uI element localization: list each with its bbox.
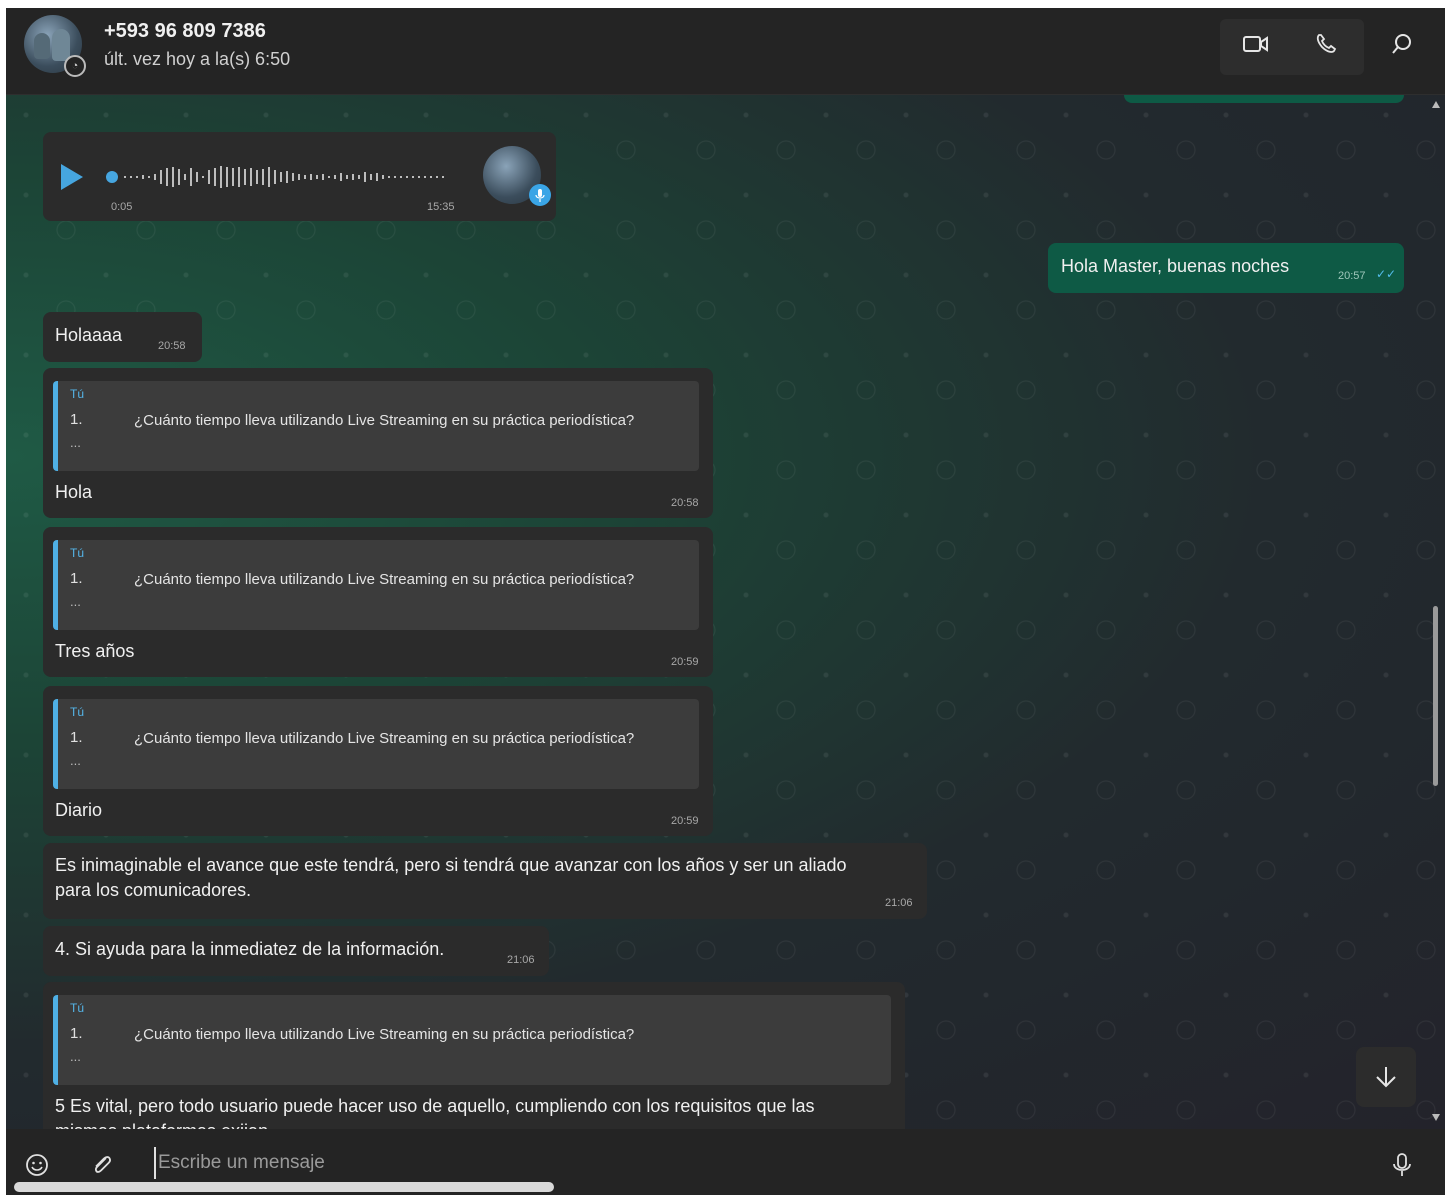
quote-author: Tú [70,1001,85,1015]
emoji-icon[interactable] [23,1151,51,1179]
status-clock-icon: ◔ [64,55,86,77]
scroll-up-arrow[interactable] [1432,101,1440,108]
arrow-down-icon [1376,1067,1396,1088]
quote-author: Tú [70,546,85,560]
avatar-figure [52,29,70,61]
read-receipt-icon: ✓✓ [1376,267,1397,281]
message-bubble-incoming[interactable]: Holaaaa 20:58 [43,312,202,362]
paperclip-icon-glyph [95,1156,111,1173]
quote-author: Tú [70,705,85,719]
emoji-icon-glyph [26,1154,48,1176]
chat-header: ◔ +593 96 809 7386 últ. vez hoy a la(s) … [6,8,1445,95]
quote-text: ¿Cuánto tiempo lleva utilizando Live Str… [134,571,635,588]
chat-window: ◔ +593 96 809 7386 últ. vez hoy a la(s) … [6,8,1445,1195]
message-time: 21:06 [885,897,913,909]
quote-more: ... [70,435,81,450]
message-time: 20:59 [671,815,699,827]
paperclip-icon[interactable] [88,1151,116,1179]
message-time: 20:57 [1338,270,1366,282]
quote-number: 1. [70,411,83,428]
search-icon[interactable] [1388,30,1416,58]
quote-more: ... [70,1049,81,1064]
message-time: 15:35 [427,201,455,213]
message-bubble-incoming[interactable]: 4. Si ayuda para la inmediatez de la inf… [43,926,549,976]
message-bubble-reply[interactable]: Tú 1. ¿Cuánto tiempo lleva utilizando Li… [43,686,713,836]
contact-name[interactable]: +593 96 809 7386 [104,20,266,43]
play-icon[interactable] [61,164,83,190]
message-text-line: mismas plataformas exijan. [55,1119,273,1129]
scroll-down-arrow[interactable] [1432,1114,1440,1121]
vertical-scrollbar[interactable] [1431,101,1441,1121]
message-text: Tres años [55,641,135,661]
quoted-message[interactable]: Tú 1. ¿Cuánto tiempo lleva utilizando Li… [53,995,891,1085]
microphone-icon [529,184,551,206]
quote-number: 1. [70,570,83,587]
phone-icon[interactable] [1312,30,1340,58]
message-list[interactable]: 0:05 15:35 Hola Master, buenas noches 20… [6,95,1445,1129]
voice-note-bubble[interactable]: 0:05 15:35 [43,132,556,221]
message-bubble-incoming[interactable]: Es inimaginable el avance que este tendr… [43,843,927,919]
message-bubble-reply[interactable]: Tú 1. ¿Cuánto tiempo lleva utilizando Li… [43,982,905,1129]
message-text: Holaaaa [55,325,123,345]
microphone-icon-glyph [1393,1153,1411,1176]
voice-note-elapsed: 0:05 [111,201,133,213]
video-camera-icon-glyph [1243,36,1268,52]
message-text-line: Es inimaginable el avance que este tendr… [55,855,847,875]
message-time: 20:59 [671,656,699,668]
message-bubble-reply[interactable]: Tú 1. ¿Cuánto tiempo lleva utilizando Li… [43,527,713,677]
quote-more: ... [70,594,81,609]
avatar-figure [34,33,50,59]
message-text: 4. Si ayuda para la inmediatez de la inf… [55,939,445,959]
message-bubble-outgoing[interactable]: Hola Master, buenas noches 20:57 ✓✓ [1048,243,1404,293]
message-text: Diario [55,800,103,820]
message-text: Hola [55,482,93,502]
scroll-to-bottom-button[interactable] [1356,1047,1416,1107]
quote-more: ... [70,753,81,768]
message-text: Hola Master, buenas noches [1061,256,1290,276]
audio-waveform[interactable] [105,164,455,190]
quote-number: 1. [70,729,83,746]
message-input[interactable] [154,1147,1334,1179]
last-seen-status: últ. vez hoy a la(s) 6:50 [104,49,291,69]
quote-author: Tú [70,387,85,401]
quoted-message[interactable]: Tú 1. ¿Cuánto tiempo lleva utilizando Li… [53,699,699,789]
microphone-icon[interactable] [1388,1151,1416,1179]
video-camera-icon[interactable] [1242,30,1270,58]
search-icon-glyph [1392,34,1411,54]
message-bubble-partial[interactable] [1124,95,1404,103]
scrollbar-thumb[interactable] [1433,606,1438,786]
message-time: 21:06 [507,954,535,966]
quote-number: 1. [70,1025,83,1042]
message-bubble-reply[interactable]: Tú 1. ¿Cuánto tiempo lleva utilizando Li… [43,368,713,518]
quote-text: ¿Cuánto tiempo lleva utilizando Live Str… [134,730,635,747]
microphone-icon-glyph [535,188,545,202]
message-time: 20:58 [158,340,186,352]
quoted-message[interactable]: Tú 1. ¿Cuánto tiempo lleva utilizando Li… [53,540,699,630]
message-text-line: para los comunicadores. [55,880,252,900]
horizontal-scrollbar[interactable] [14,1182,554,1192]
quote-text: ¿Cuánto tiempo lleva utilizando Live Str… [134,412,635,429]
message-text-line: 5 Es vital, pero todo usuario puede hace… [55,1096,815,1116]
phone-icon-glyph [1316,34,1337,53]
quoted-message[interactable]: Tú 1. ¿Cuánto tiempo lleva utilizando Li… [53,381,699,471]
message-time: 20:58 [671,497,699,509]
quote-text: ¿Cuánto tiempo lleva utilizando Live Str… [134,1026,635,1043]
